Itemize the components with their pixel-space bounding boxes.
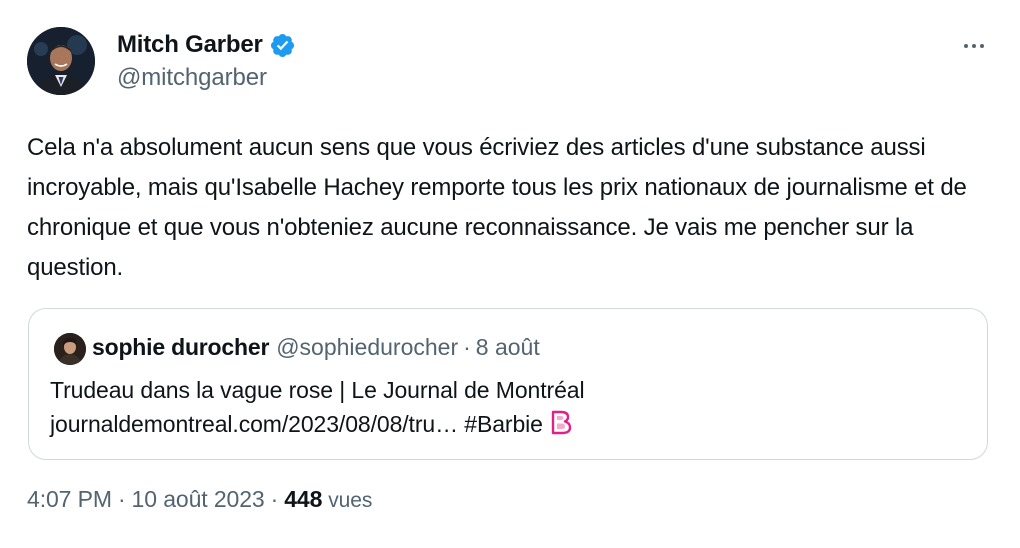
- quoted-text: Trudeau dans la vague rose | Le Journal …: [50, 373, 585, 441]
- more-options-icon[interactable]: [958, 36, 990, 56]
- more-dot: [964, 44, 968, 48]
- author-block: Mitch Garber @mitchgarber: [117, 28, 296, 92]
- barbie-logo-icon: [546, 408, 574, 436]
- quoted-date[interactable]: 8 août: [476, 334, 540, 361]
- author-handle[interactable]: @mitchgarber: [117, 64, 296, 92]
- verified-badge-icon[interactable]: [269, 32, 296, 59]
- quoted-separator: ·: [463, 334, 471, 360]
- author-name[interactable]: Mitch Garber: [117, 31, 263, 59]
- author-avatar[interactable]: [27, 27, 95, 95]
- quoted-hashtag[interactable]: #Barbie: [464, 411, 543, 437]
- more-dot: [972, 44, 976, 48]
- views-count[interactable]: 448: [284, 486, 322, 513]
- quoted-line-1: Trudeau dans la vague rose | Le Journal …: [50, 377, 585, 403]
- tweet-time[interactable]: 4:07 PM: [27, 486, 112, 513]
- author-name-row: Mitch Garber: [117, 28, 296, 62]
- quoted-author-avatar[interactable]: [54, 333, 86, 365]
- quoted-line-2: journaldemontreal.com/2023/08/08/tru… #B…: [50, 407, 584, 441]
- tweet-date[interactable]: 10 août 2023: [132, 486, 265, 513]
- quoted-header: sophie durocher @sophiedurocher · 8 août: [92, 334, 540, 361]
- tweet-meta: 4:07 PM · 10 août 2023 · 448 vues: [27, 486, 372, 513]
- views-label: vues: [328, 489, 373, 512]
- more-dot: [980, 44, 984, 48]
- meta-separator: ·: [117, 486, 126, 512]
- tweet: Mitch Garber @mitchgarber Cela n'a absol…: [0, 0, 1020, 548]
- quoted-author-name[interactable]: sophie durocher: [92, 334, 269, 361]
- quoted-link[interactable]: journaldemontreal.com/2023/08/08/tru…: [50, 411, 458, 437]
- meta-separator: ·: [270, 486, 279, 512]
- tweet-text: Cela n'a absolument aucun sens que vous …: [27, 134, 967, 281]
- quoted-author-handle[interactable]: @sophiedurocher: [276, 334, 458, 361]
- quoted-tweet-card[interactable]: sophie durocher @sophiedurocher · 8 août…: [28, 308, 988, 460]
